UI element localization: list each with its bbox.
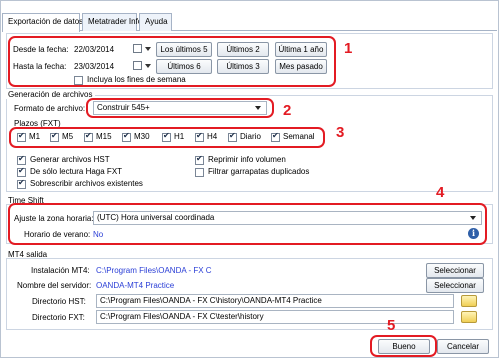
generate-hst-checkbox[interactable] (17, 154, 26, 165)
annotation-box-2 (86, 98, 274, 118)
summer-time-label: Horario de verano: (24, 230, 91, 239)
filter-duplicate-ticks-checkbox[interactable] (195, 168, 204, 177)
select-server-button[interactable]: Seleccionar (426, 278, 484, 293)
tab-bar: Exportación de datos Metatrader Info Ayu… (2, 13, 497, 32)
filter-duplicate-ticks-label: Filtrar garrapatas duplicados (208, 167, 310, 176)
server-name-value[interactable]: OANDA-MT4 Practice (96, 281, 174, 290)
timezone-value: (UTC) Hora universal coordinada (97, 213, 215, 222)
timeframe-m30-label: M30 (134, 132, 150, 141)
annotation-number-3: 3 (336, 124, 345, 141)
mt4-install-value[interactable]: C:\Program Files\OANDA - FX C (96, 266, 212, 275)
timezone-label: Ajuste la zona horaria: (14, 214, 94, 223)
readonly-fxt-checkbox[interactable] (17, 166, 26, 177)
timeframe-weekly-label: Semanal (283, 132, 315, 141)
fxt-dir-field[interactable]: C:\Program Files\OANDA - FX C\tester\his… (96, 310, 454, 324)
timezone-select[interactable]: (UTC) Hora universal coordinada (93, 211, 482, 225)
timeframe-m1-checkbox[interactable] (17, 131, 26, 142)
tab-help[interactable]: Ayuda (139, 13, 172, 31)
timeframe-m1-label: M1 (29, 132, 41, 141)
hst-dir-field[interactable]: C:\Program Files\OANDA - FX C\history\OA… (96, 294, 454, 308)
annotation-number-5: 5 (387, 317, 396, 334)
suppress-volume-checkbox[interactable] (195, 154, 204, 165)
timeframe-m15-label: M15 (96, 132, 112, 141)
mt4-install-label: Instalación MT4: (31, 266, 90, 275)
tab-metatrader-info[interactable]: Metatrader Info (82, 13, 142, 31)
annotation-box-1 (8, 36, 336, 87)
cancel-button[interactable]: Cancelar (437, 339, 489, 354)
overwrite-files-label: Sobrescribir archivos existentes (30, 179, 143, 188)
hst-dir-value: C:\Program Files\OANDA - FX C\history\OA… (100, 296, 322, 305)
timeframe-h4-checkbox[interactable] (195, 131, 204, 142)
suppress-volume-label: Reprimir info volumen (208, 155, 286, 164)
timeframe-m5-checkbox[interactable] (50, 131, 59, 142)
format-label: Formato de archivo: (14, 104, 86, 113)
timeframe-h1-label: H1 (174, 132, 185, 141)
timeframe-m5-label: M5 (62, 132, 74, 141)
info-icon[interactable]: i (468, 228, 479, 239)
timeframe-h4-label: H4 (207, 132, 218, 141)
annotation-number-1: 1 (344, 40, 353, 57)
generation-title: Generación de archivos (6, 90, 95, 99)
timeframe-daily-label: Diario (240, 132, 261, 141)
fxt-dir-value: C:\Program Files\OANDA - FX C\tester\his… (100, 312, 264, 321)
ok-button[interactable]: Bueno (378, 339, 430, 354)
readonly-fxt-label: De sólo lectura Haga FXT (30, 167, 123, 176)
timeframe-weekly-checkbox[interactable] (271, 131, 280, 142)
timeframe-m30-checkbox[interactable] (122, 131, 131, 142)
browse-fxt-folder-icon[interactable] (461, 311, 477, 323)
hst-dir-label: Directorio HST: (32, 297, 86, 306)
browse-hst-folder-icon[interactable] (461, 295, 477, 307)
server-name-label: Nombre del servidor: (17, 281, 92, 290)
summer-time-value[interactable]: No (93, 230, 103, 239)
annotation-number-4: 4 (436, 184, 445, 201)
timeframe-m15-checkbox[interactable] (84, 131, 93, 142)
fxt-dir-label: Directorio FXT: (32, 313, 85, 322)
timeframe-daily-checkbox[interactable] (228, 131, 237, 142)
annotation-number-2: 2 (283, 102, 292, 119)
overwrite-files-checkbox[interactable] (17, 178, 26, 189)
select-install-button[interactable]: Seleccionar (426, 263, 484, 278)
tab-export-data[interactable]: Exportación de datos (2, 13, 83, 32)
generate-hst-label: Generar archivos HST (30, 155, 110, 164)
timeframe-h1-checkbox[interactable] (162, 131, 171, 142)
